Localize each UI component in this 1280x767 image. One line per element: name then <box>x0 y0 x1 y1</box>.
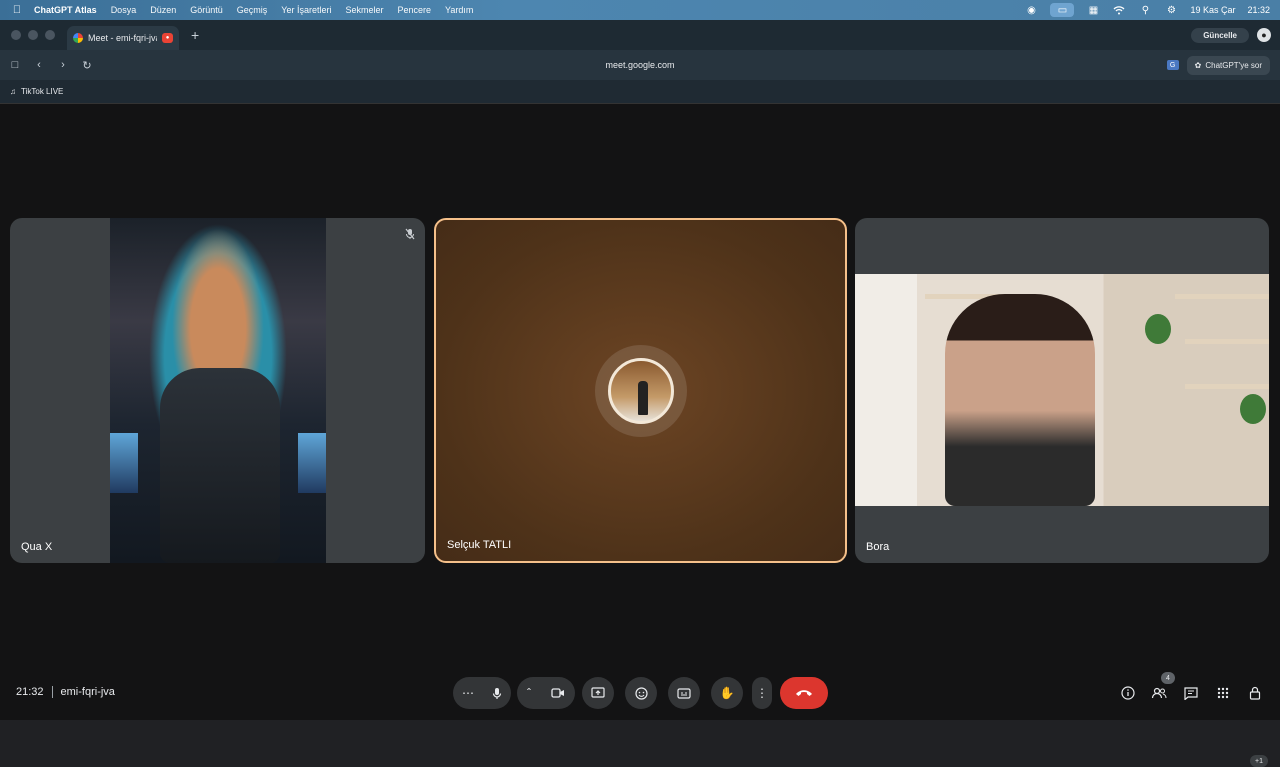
people-icon[interactable] <box>1149 684 1169 702</box>
grid-status-icon[interactable]: ▦ <box>1086 5 1100 16</box>
minimize-window-button[interactable] <box>28 30 38 40</box>
menu-yer-isaretleri[interactable]: Yer İşaretleri <box>281 5 331 15</box>
cockpit-panel-right <box>298 433 326 493</box>
bookmark-tiktok-live[interactable]: ♫ TikTok LIVE <box>10 87 63 96</box>
host-controls-lock-icon[interactable] <box>1245 684 1265 702</box>
call-controls: ⋯ ˆ ✋ ⋮ <box>0 677 1280 709</box>
back-button[interactable]: ‹ <box>27 59 51 71</box>
browser-toolbar: meet.google.com □ ‹ › ↻ G ✿ ChatGPT'ye s… <box>0 50 1280 80</box>
wifi-icon[interactable] <box>1112 5 1126 15</box>
menubar-time[interactable]: 21:32 <box>1247 5 1270 15</box>
menu-yardim[interactable]: Yardım <box>445 5 473 15</box>
bookmark-label: TikTok LIVE <box>21 87 64 96</box>
microphone-icon[interactable] <box>492 687 502 700</box>
bookmarks-bar: ♫ TikTok LIVE <box>0 80 1280 104</box>
forward-button[interactable]: › <box>51 59 75 71</box>
reload-button[interactable]: ↻ <box>75 59 99 72</box>
menu-sekmeler[interactable]: Sekmeler <box>345 5 383 15</box>
zoom-window-button[interactable] <box>45 30 55 40</box>
address-bar[interactable]: meet.google.com <box>0 60 1280 70</box>
shelf <box>1185 339 1269 344</box>
google-meet-favicon-icon <box>73 33 83 43</box>
tab-meet[interactable]: Meet - emi-fqri-jva ● <box>67 26 179 50</box>
apple-icon[interactable]:  <box>0 4 34 16</box>
plant <box>1145 314 1171 344</box>
participant-name: Bora <box>866 541 890 553</box>
tab-strip: Meet - emi-fqri-jva ● + Güncelle ● <box>0 20 1280 50</box>
shelf <box>1175 294 1269 299</box>
cockpit-panel-left <box>110 433 138 493</box>
translate-icon[interactable]: G <box>1166 60 1179 70</box>
spaceship-cockpit-image <box>110 218 326 563</box>
app-name-menu[interactable]: ChatGPT Atlas <box>34 5 97 15</box>
menu-gecmis[interactable]: Geçmiş <box>237 5 268 15</box>
menu-pencere[interactable]: Pencere <box>397 5 431 15</box>
participant-name: Qua X <box>21 541 53 553</box>
video-options-chevron-up-icon[interactable]: ˆ <box>527 686 531 700</box>
activities-grid-icon[interactable] <box>1213 684 1233 702</box>
window-controls <box>11 30 55 40</box>
cockpit-seat <box>160 368 280 563</box>
menu-goruntu[interactable]: Görüntü <box>190 5 223 15</box>
macos-menubar:  ChatGPT Atlas Dosya Düzen Görüntü Geçm… <box>0 0 1280 20</box>
speaking-ring <box>594 344 687 437</box>
camera-feed <box>855 274 1269 506</box>
raise-hand-button[interactable]: ✋ <box>711 677 743 709</box>
control-center-icon[interactable]: ⚙ <box>1164 5 1178 16</box>
chat-icon[interactable] <box>1181 684 1201 702</box>
audio-control-group: ⋯ <box>453 677 511 709</box>
person <box>945 294 1095 506</box>
profile-avatar[interactable]: ● <box>1257 28 1271 42</box>
chatgpt-icon: ✿ <box>1194 60 1202 70</box>
audio-options-icon[interactable]: ⋯ <box>462 686 474 700</box>
tiktok-icon: ♫ <box>10 87 16 96</box>
leave-call-button[interactable] <box>780 677 828 709</box>
recording-indicator-icon: ● <box>162 33 173 43</box>
participant-tile-qua-x[interactable]: Qua X <box>10 218 425 563</box>
new-tab-button[interactable]: + <box>191 27 199 43</box>
meeting-details-info-icon[interactable] <box>1118 684 1138 702</box>
present-screen-button[interactable] <box>582 677 614 709</box>
participant-count-badge: 4 <box>1161 672 1175 684</box>
captions-button[interactable] <box>668 677 700 709</box>
avatar-person <box>637 380 648 415</box>
spotlight-search-icon[interactable]: ⚲ <box>1138 5 1152 16</box>
close-window-button[interactable] <box>11 30 21 40</box>
tab-title: Meet - emi-fqri-jva <box>88 33 157 43</box>
menubar-date[interactable]: 19 Kas Çar <box>1190 5 1235 15</box>
more-participants-badge[interactable]: +1 <box>1250 755 1268 767</box>
video-control-group: ˆ <box>517 677 575 709</box>
meet-stage: Qua X Selçuk TATLI Bora +1 <box>0 104 1280 767</box>
menu-duzen[interactable]: Düzen <box>150 5 176 15</box>
screen-share-status-icon[interactable]: ▭ <box>1050 3 1075 17</box>
plant <box>1240 394 1266 424</box>
menu-dosya[interactable]: Dosya <box>111 5 137 15</box>
emoji-reaction-button[interactable] <box>625 677 657 709</box>
participant-tile-bora[interactable]: Bora <box>855 218 1269 563</box>
update-button[interactable]: Güncelle <box>1191 27 1249 43</box>
avatar <box>607 357 674 424</box>
muted-mic-icon <box>405 228 415 240</box>
more-options-button[interactable]: ⋮ <box>752 677 772 709</box>
ask-chatgpt-button[interactable]: ✿ ChatGPT'ye sor <box>1186 55 1270 75</box>
camera-icon[interactable] <box>551 688 565 698</box>
ask-chatgpt-label: ChatGPT'ye sor <box>1205 60 1262 70</box>
participant-name: Selçuk TATLI <box>447 539 512 551</box>
participant-tile-selcuk-tatli[interactable]: Selçuk TATLI <box>434 218 847 563</box>
shelf <box>1185 384 1269 389</box>
headphones-icon[interactable]: ◉ <box>1024 5 1038 16</box>
sidebar-toggle-icon[interactable]: □ <box>3 59 27 71</box>
